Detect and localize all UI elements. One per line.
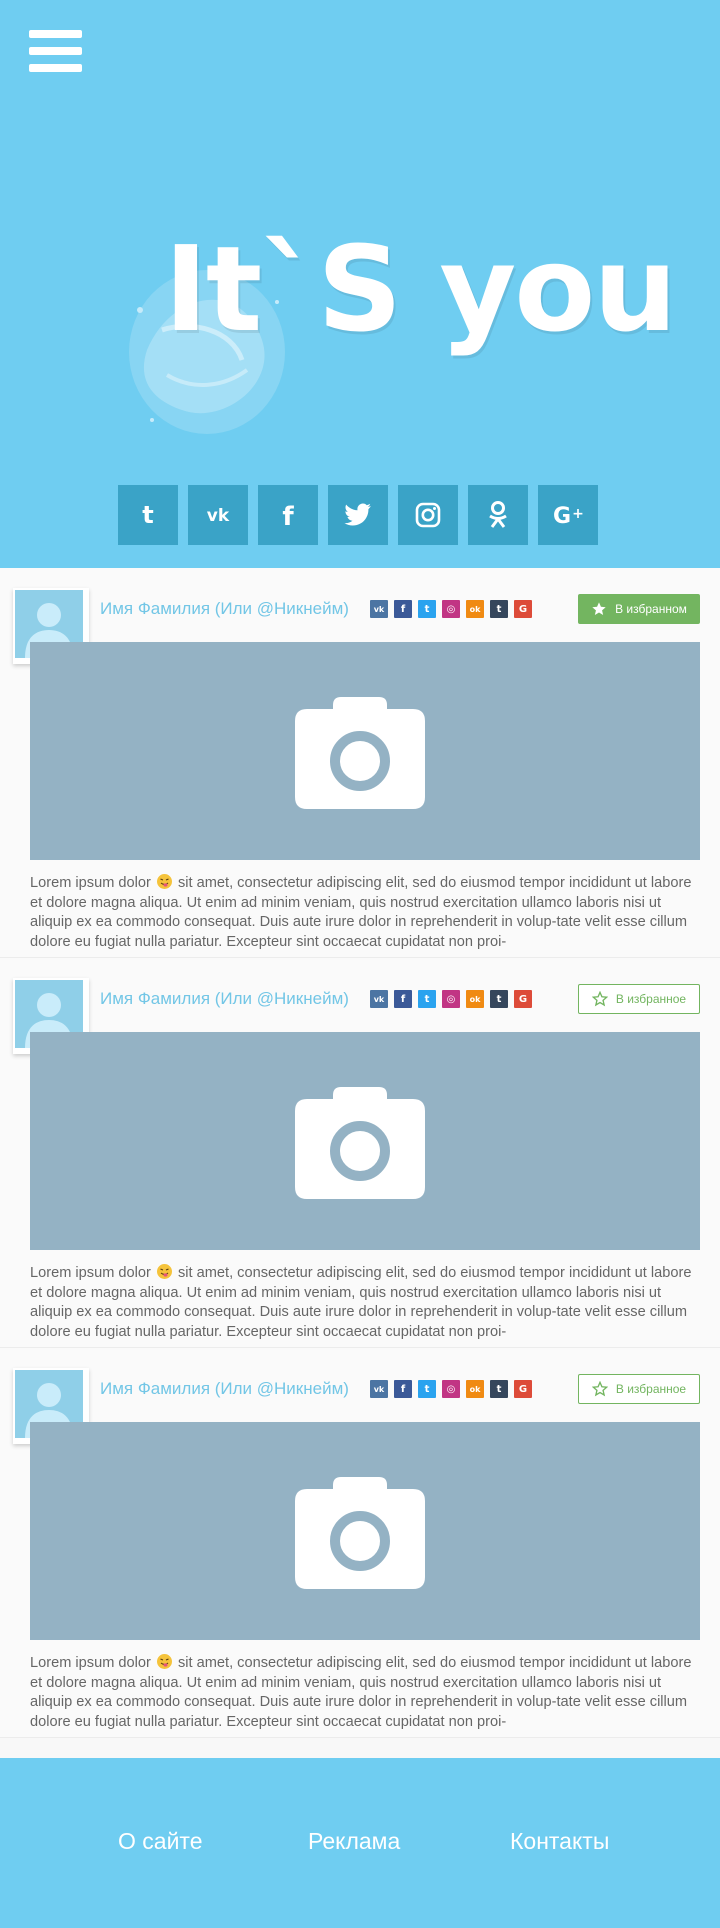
vk-icon[interactable]: vk (370, 990, 388, 1008)
photo-placeholder[interactable] (30, 642, 700, 860)
star-icon (591, 1381, 608, 1397)
favorite-label: В избранном (615, 602, 687, 616)
post-text-start: Lorem ipsum dolor (30, 1265, 151, 1281)
post-card: Имя Фамилия (Или @Никнейм) vk f t ◎ ok t G В и… (0, 568, 720, 958)
twitter-icon[interactable]: t (418, 600, 436, 618)
facebook-icon[interactable]: f (394, 600, 412, 618)
post-text: Lorem ipsum dolor sit amet, consectetur … (30, 874, 702, 952)
svg-text:t: t (142, 501, 153, 529)
twitter-icon (344, 503, 371, 526)
facebook-button[interactable]: f (258, 485, 318, 545)
odnoklassniki-icon[interactable]: ok (466, 1380, 484, 1398)
twitter-icon[interactable]: t (418, 990, 436, 1008)
winking-tongue-emoji (156, 874, 172, 889)
svg-text:+: + (572, 506, 584, 522)
facebook-icon[interactable]: f (394, 1380, 412, 1398)
star-icon (592, 602, 606, 615)
instagram-button[interactable] (398, 485, 458, 545)
post-text-start: Lorem ipsum dolor (30, 1655, 151, 1671)
favorite-label: В избранное (615, 1382, 687, 1396)
twitter-icon[interactable]: t (418, 1380, 436, 1398)
site-logo[interactable]: It`S you (92, 210, 677, 450)
google-plus-icon[interactable]: G (514, 600, 532, 618)
winking-tongue-emoji (156, 1264, 172, 1279)
social-links: t vk f G + (118, 485, 598, 545)
camera-icon (295, 1087, 425, 1199)
odnoklassniki-icon[interactable]: ok (466, 600, 484, 618)
vk-button[interactable]: vk (188, 485, 248, 545)
footer-link-contacts[interactable]: Контакты (510, 1828, 609, 1855)
author-social-links: vk f t ◎ ok t G (370, 990, 532, 1008)
photo-placeholder[interactable] (30, 1032, 700, 1250)
tumblr-icon[interactable]: t (490, 1380, 508, 1398)
logo-text: It`S you (164, 220, 677, 358)
svg-text:G: G (553, 504, 571, 528)
footer-link-about[interactable]: О сайте (118, 1828, 203, 1855)
vk-icon[interactable]: vk (370, 1380, 388, 1398)
favorite-label: В избранное (615, 992, 687, 1006)
svg-text:vk: vk (207, 506, 230, 526)
tumblr-icon[interactable]: t (490, 600, 508, 618)
star-icon (591, 991, 608, 1007)
google-plus-button[interactable]: G + (538, 485, 598, 545)
instagram-icon[interactable]: ◎ (442, 1380, 460, 1398)
post-text: Lorem ipsum dolor sit amet, consectetur … (30, 1654, 702, 1732)
odnoklassniki-icon[interactable]: ok (466, 990, 484, 1008)
google-plus-icon[interactable]: G (514, 990, 532, 1008)
tumblr-button[interactable]: t (118, 485, 178, 545)
twitter-button[interactable] (328, 485, 388, 545)
odnoklassniki-button[interactable] (468, 485, 528, 545)
facebook-icon[interactable]: f (394, 990, 412, 1008)
hero-header: It`S you t vk f G + (0, 0, 720, 568)
menu-icon[interactable] (29, 30, 82, 72)
footer-link-ads[interactable]: Реклама (308, 1828, 400, 1855)
tumblr-icon: t (142, 501, 153, 529)
post-card: Имя Фамилия (Или @Никнейм) vk f t ◎ ok t G В и… (0, 958, 720, 1348)
winking-tongue-emoji (156, 1654, 172, 1669)
camera-icon (295, 697, 425, 809)
post-author-name[interactable]: Имя Фамилия (Или @Никнейм) (100, 989, 349, 1009)
photo-placeholder[interactable] (30, 1422, 700, 1640)
svg-text:f: f (282, 502, 294, 529)
post-card: Имя Фамилия (Или @Никнейм) vk f t ◎ ok t G В и… (0, 1348, 720, 1738)
favorite-button[interactable]: В избранном (578, 594, 700, 624)
odnoklassniki-icon (489, 501, 507, 528)
vk-icon: vk (207, 506, 230, 526)
post-text-start: Lorem ipsum dolor (30, 875, 151, 891)
instagram-icon[interactable]: ◎ (442, 600, 460, 618)
camera-icon (295, 1477, 425, 1589)
instagram-icon[interactable]: ◎ (442, 990, 460, 1008)
post-author-name[interactable]: Имя Фамилия (Или @Никнейм) (100, 1379, 349, 1399)
post-text: Lorem ipsum dolor sit amet, consectetur … (30, 1264, 702, 1342)
tumblr-icon[interactable]: t (490, 990, 508, 1008)
favorite-button[interactable]: В избранное (578, 984, 700, 1014)
google-plus-icon[interactable]: G (514, 1380, 532, 1398)
vk-icon[interactable]: vk (370, 600, 388, 618)
instagram-icon (415, 502, 441, 528)
author-social-links: vk f t ◎ ok t G (370, 1380, 532, 1398)
author-social-links: vk f t ◎ ok t G (370, 600, 532, 618)
facebook-icon: f (282, 502, 294, 529)
post-author-name[interactable]: Имя Фамилия (Или @Никнейм) (100, 599, 349, 619)
google-plus-icon: G + (553, 504, 584, 528)
favorite-button[interactable]: В избранное (578, 1374, 700, 1404)
footer: О сайте Реклама Контакты (0, 1758, 720, 1928)
